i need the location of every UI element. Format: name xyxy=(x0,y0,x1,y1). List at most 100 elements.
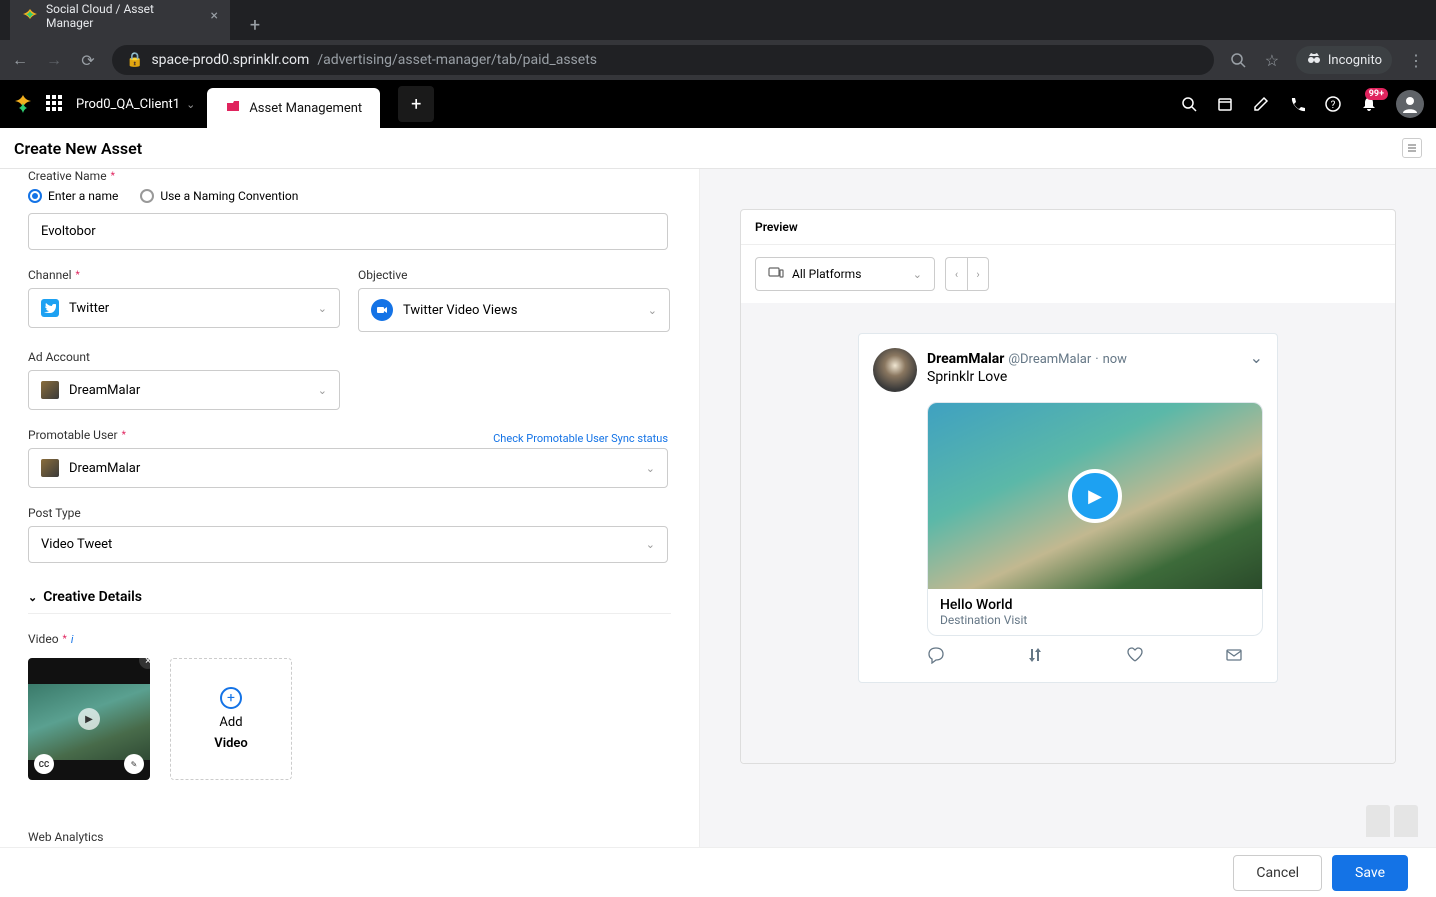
cancel-button[interactable]: Cancel xyxy=(1233,855,1322,891)
channel-label: Channel* xyxy=(28,268,340,282)
remove-video-button[interactable]: × xyxy=(139,658,150,669)
main-layout: Creative Name* Enter a name Use a Naming… xyxy=(0,169,1436,848)
url-bar: ← → ⟳ 🔒 space-prod0.sprinklr.com/adverti… xyxy=(0,40,1436,80)
info-icon[interactable]: i xyxy=(71,633,74,646)
page-title: Create New Asset xyxy=(14,139,142,158)
user-avatar-icon xyxy=(41,459,59,477)
chevron-down-icon: ⌄ xyxy=(318,302,327,315)
chevron-down-icon: ⌄ xyxy=(648,304,657,317)
browser-chrome: Social Cloud / Asset Manager × + ← → ⟳ 🔒… xyxy=(0,0,1436,80)
tweet-menu-icon[interactable]: ⌄ xyxy=(1250,348,1263,367)
tweet-time: now xyxy=(1103,352,1127,367)
incognito-label: Incognito xyxy=(1328,53,1382,68)
url-input[interactable]: 🔒 space-prod0.sprinklr.com/advertising/a… xyxy=(112,45,1214,75)
side-tabs xyxy=(1366,805,1418,837)
phone-icon[interactable] xyxy=(1288,96,1306,112)
post-type-select[interactable]: Video Tweet ⌄ xyxy=(28,526,668,563)
user-avatar[interactable] xyxy=(1396,90,1424,118)
promotable-user-select[interactable]: DreamMalar ⌄ xyxy=(28,448,668,488)
calendar-icon[interactable] xyxy=(1216,96,1234,112)
edit-icon[interactable] xyxy=(1252,96,1270,112)
tweet-sep: · xyxy=(1095,352,1098,367)
page-header: Create New Asset xyxy=(0,128,1436,169)
chevron-down-icon: ⌄ xyxy=(28,591,37,604)
tweet-text: Sprinklr Love xyxy=(927,369,1127,385)
objective-select[interactable]: Twitter Video Views ⌄ xyxy=(358,288,670,332)
edit-thumbnail-button[interactable]: ✎ xyxy=(124,754,144,774)
favicon-icon xyxy=(22,8,38,24)
notes-icon[interactable] xyxy=(1402,138,1422,158)
form-pane: Creative Name* Enter a name Use a Naming… xyxy=(0,169,700,848)
creative-name-input[interactable] xyxy=(28,213,668,250)
app-bar: Prod0_QA_Client1 ⌄ Asset Management + ? … xyxy=(0,80,1436,128)
back-button[interactable]: ← xyxy=(10,50,30,70)
channel-select[interactable]: Twitter ⌄ xyxy=(28,288,340,328)
url-path: /advertising/asset-manager/tab/paid_asse… xyxy=(317,52,597,68)
chevron-down-icon: ⌄ xyxy=(646,538,655,551)
sync-status-link[interactable]: Check Promotable User Sync status xyxy=(493,432,668,445)
star-icon[interactable]: ☆ xyxy=(1262,51,1282,70)
preview-pane: Preview All Platforms ⌄ ‹ › xyxy=(700,169,1436,848)
play-button[interactable]: ▶ xyxy=(1068,469,1122,523)
side-tab[interactable] xyxy=(1394,805,1418,837)
side-tab[interactable] xyxy=(1366,805,1390,837)
creative-details-toggle[interactable]: ⌄ Creative Details xyxy=(28,589,671,614)
play-icon: ▶ xyxy=(78,708,100,730)
lock-icon: 🔒 xyxy=(126,52,143,68)
app-tab-label: Asset Management xyxy=(249,101,362,116)
radio-naming-convention[interactable]: Use a Naming Convention xyxy=(140,189,298,203)
tweet-media: ▶ Hello World Destination Visit xyxy=(927,402,1263,636)
preview-next-button[interactable]: › xyxy=(967,257,989,291)
tab-strip: Social Cloud / Asset Manager × + xyxy=(0,0,1436,40)
radio-icon xyxy=(140,189,154,203)
search-icon[interactable] xyxy=(1228,52,1248,68)
tweet-avatar xyxy=(873,348,917,392)
preview-card: Preview All Platforms ⌄ ‹ › xyxy=(740,209,1396,764)
radio-enter-name[interactable]: Enter a name xyxy=(28,189,118,203)
reply-icon[interactable] xyxy=(927,646,945,668)
web-analytics-label: Web Analytics xyxy=(28,830,671,844)
add-video-button[interactable]: + Add Video xyxy=(170,658,292,780)
chevron-down-icon: ⌄ xyxy=(646,462,655,475)
preview-prev-button[interactable]: ‹ xyxy=(945,257,967,291)
retweet-icon[interactable] xyxy=(1026,646,1044,668)
client-selector[interactable]: Prod0_QA_Client1 ⌄ xyxy=(76,97,195,112)
tweet-preview: DreamMalar @DreamMalar · now Sprinklr Lo… xyxy=(858,333,1278,683)
reload-button[interactable]: ⟳ xyxy=(78,51,98,70)
platform-select[interactable]: All Platforms ⌄ xyxy=(755,257,935,291)
media-title: Hello World xyxy=(940,597,1250,613)
tab-title: Social Cloud / Asset Manager xyxy=(46,2,203,30)
ad-account-label: Ad Account xyxy=(28,350,340,364)
client-name: Prod0_QA_Client1 xyxy=(76,97,180,112)
like-icon[interactable] xyxy=(1126,646,1144,668)
media-image: ▶ xyxy=(928,403,1262,589)
share-icon[interactable] xyxy=(1225,646,1243,668)
apps-grid-icon[interactable] xyxy=(46,95,64,113)
objective-label: Objective xyxy=(358,268,670,282)
browser-menu-icon[interactable]: ⋮ xyxy=(1406,51,1426,70)
chevron-down-icon: ⌄ xyxy=(318,384,327,397)
browser-tab[interactable]: Social Cloud / Asset Manager × xyxy=(10,0,230,40)
media-subtitle: Destination Visit xyxy=(940,613,1250,627)
creative-name-label: Creative Name* xyxy=(28,169,671,183)
add-tab-button[interactable]: + xyxy=(398,86,434,122)
new-tab-button[interactable]: + xyxy=(240,10,270,40)
incognito-icon xyxy=(1306,50,1322,70)
chevron-down-icon: ⌄ xyxy=(913,268,922,281)
search-icon[interactable] xyxy=(1180,96,1198,112)
ad-account-select[interactable]: DreamMalar ⌄ xyxy=(28,370,340,410)
incognito-badge: Incognito xyxy=(1296,46,1392,74)
video-thumbnail[interactable]: ▶ × CC ✎ xyxy=(28,658,150,780)
tweet-handle: @DreamMalar xyxy=(1008,352,1091,367)
svg-text:?: ? xyxy=(1331,100,1336,111)
save-button[interactable]: Save xyxy=(1332,855,1408,891)
help-icon[interactable]: ? xyxy=(1324,96,1342,112)
video-icon xyxy=(371,299,393,321)
chevron-down-icon: ⌄ xyxy=(186,98,195,111)
notification-icon[interactable]: 99+ xyxy=(1360,96,1378,112)
forward-button: → xyxy=(44,50,64,70)
cc-button[interactable]: CC xyxy=(34,754,54,774)
close-icon[interactable]: × xyxy=(211,8,218,24)
tab-asset-management[interactable]: Asset Management xyxy=(207,88,380,128)
sprinklr-logo-icon xyxy=(12,93,34,115)
